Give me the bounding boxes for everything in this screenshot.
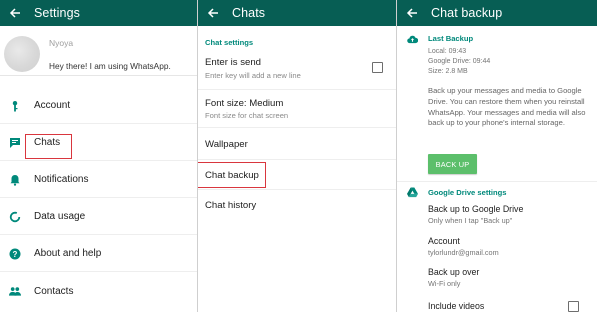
section-divider [397, 181, 597, 182]
enter-is-send-title: Enter is send [205, 57, 261, 68]
settings-panel: Settings Nyoya Hey there! I am using Wha… [0, 0, 197, 312]
settings-item-label: Data usage [34, 211, 86, 222]
chat-history-title: Chat history [205, 200, 257, 211]
backup-over-value: Wi-Fi only [428, 279, 461, 288]
settings-appbar: Settings [0, 0, 197, 26]
settings-item-label: Notifications [34, 174, 89, 185]
profile-status: Hey there! I am using WhatsApp. [49, 61, 171, 71]
chat-history-row[interactable]: Chat history [198, 190, 396, 222]
account-title: Account [428, 236, 460, 246]
chat-backup-panel: Chat backup Last Backup Local: 09:43 Goo… [397, 0, 597, 312]
settings-item-data-usage[interactable]: Data usage [0, 199, 197, 235]
settings-item-label: About and help [34, 248, 102, 259]
back-up-button[interactable]: BACK UP [428, 154, 477, 174]
backup-over-title: Back up over [428, 267, 480, 277]
settings-item-label: Account [34, 100, 71, 111]
profile-name: Nyoya [49, 38, 74, 48]
backup-to-drive-title: Back up to Google Drive [428, 204, 524, 214]
enter-is-send-row[interactable]: Enter is send Enter key will add a new l… [198, 50, 396, 90]
account-value: tylorlundr@gmail.com [428, 248, 499, 257]
include-videos-title: Include videos [428, 301, 485, 311]
font-size-row[interactable]: Font size: Medium Font size for chat scr… [198, 90, 396, 128]
back-arrow-icon[interactable] [206, 6, 220, 20]
last-backup-local: Local: 09:43 [428, 48, 467, 55]
page-title: Chat backup [431, 6, 503, 20]
page-title: Chats [232, 6, 266, 20]
backup-description: Back up your messages and media to Googl… [428, 86, 586, 128]
section-header-chat-settings: Chat settings [205, 38, 254, 47]
chat-backup-appbar: Chat backup [397, 0, 597, 26]
section-header-last-backup: Last Backup [428, 34, 474, 43]
highlight-box-chat-backup [198, 162, 266, 188]
settings-item-label: Contacts [34, 285, 74, 297]
back-arrow-icon[interactable] [8, 6, 22, 20]
enter-is-send-checkbox[interactable] [372, 62, 383, 73]
cloud-upload-icon [407, 33, 418, 44]
chat-icon [9, 137, 21, 149]
enter-is-send-subtitle: Enter key will add a new line [205, 71, 301, 80]
google-drive-icon [407, 187, 418, 198]
data-usage-icon [9, 211, 21, 223]
settings-item-about-help[interactable]: ? About and help [0, 236, 197, 272]
settings-item-account[interactable]: Account [0, 88, 197, 124]
key-icon [9, 100, 21, 112]
svg-text:?: ? [13, 250, 18, 259]
section-header-google-drive-settings: Google Drive settings [428, 188, 507, 197]
back-arrow-icon[interactable] [405, 6, 419, 20]
bell-icon [9, 174, 21, 186]
page-title: Settings [34, 6, 80, 20]
wallpaper-title: Wallpaper [205, 139, 248, 150]
wallpaper-row[interactable]: Wallpaper [198, 128, 396, 160]
contacts-icon [9, 285, 21, 297]
help-icon: ? [9, 248, 21, 260]
font-size-title: Font size: Medium [205, 98, 284, 109]
font-size-subtitle: Font size for chat screen [205, 111, 289, 120]
last-backup-size: Size: 2.8 MB [428, 68, 468, 75]
settings-item-notifications[interactable]: Notifications [0, 162, 197, 198]
chats-appbar: Chats [198, 0, 396, 26]
include-videos-checkbox[interactable] [568, 301, 579, 312]
settings-item-contacts[interactable]: Contacts [0, 273, 197, 309]
chats-panel: Chats Chat settings Enter is send Enter … [198, 0, 396, 312]
highlight-box-chats [25, 134, 72, 159]
profile-row[interactable]: Nyoya Hey there! I am using WhatsApp. [0, 30, 197, 76]
backup-to-drive-value: Only when I tap "Back up" [428, 216, 513, 225]
avatar[interactable] [4, 36, 40, 72]
last-backup-google-drive: Google Drive: 09:44 [428, 58, 491, 65]
